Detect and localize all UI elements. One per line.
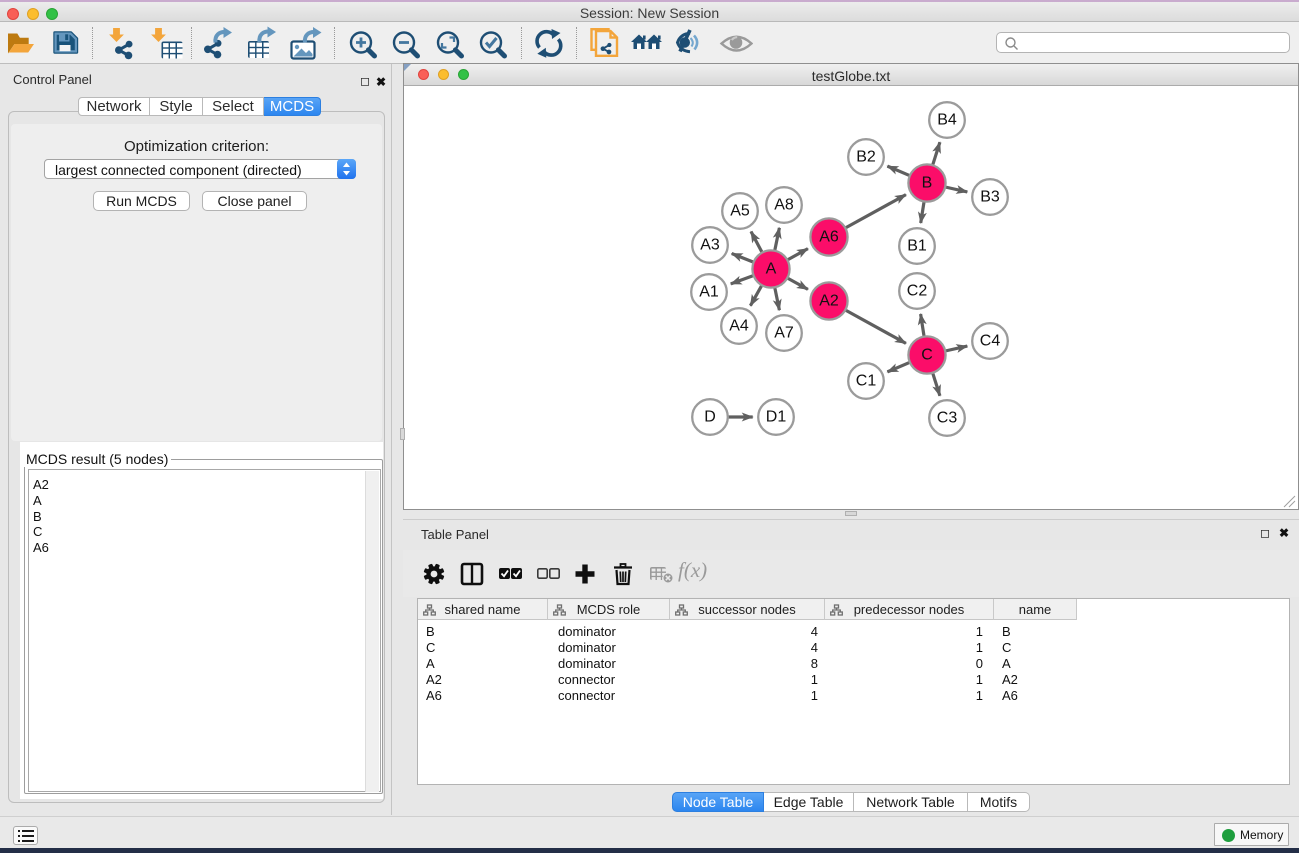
- svg-text:A1: A1: [699, 284, 719, 301]
- svg-text:A5: A5: [730, 203, 750, 220]
- svg-text:B2: B2: [856, 149, 876, 166]
- svg-text:A7: A7: [774, 325, 794, 342]
- svg-text:B3: B3: [980, 189, 1000, 206]
- svg-text:C1: C1: [856, 373, 877, 390]
- svg-text:B1: B1: [907, 238, 927, 255]
- svg-text:B4: B4: [937, 112, 957, 129]
- svg-text:C4: C4: [980, 333, 1001, 350]
- svg-text:C3: C3: [937, 410, 958, 427]
- svg-text:B: B: [922, 175, 933, 192]
- svg-text:C2: C2: [907, 283, 928, 300]
- svg-text:D1: D1: [766, 409, 787, 426]
- svg-text:A8: A8: [774, 197, 794, 214]
- svg-text:A3: A3: [700, 237, 720, 254]
- svg-text:D: D: [704, 409, 716, 426]
- svg-text:A: A: [766, 261, 777, 278]
- svg-text:A4: A4: [729, 318, 749, 335]
- svg-text:A6: A6: [819, 229, 839, 246]
- svg-text:A2: A2: [819, 293, 839, 310]
- svg-text:C: C: [921, 347, 933, 364]
